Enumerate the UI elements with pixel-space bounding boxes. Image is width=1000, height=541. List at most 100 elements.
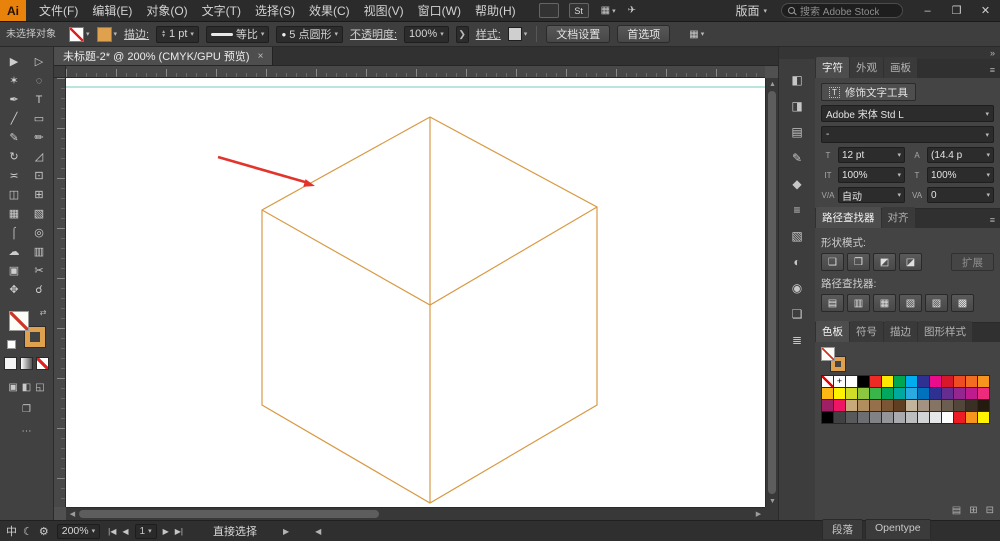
control-panel-options-icon[interactable]: ▦ ▾ <box>689 29 704 40</box>
pencil-tool[interactable]: ✏ <box>27 128 52 147</box>
swatch[interactable] <box>966 400 977 411</box>
color-guide-panel-icon[interactable]: ◨ <box>779 93 815 119</box>
gradient-panel-icon[interactable]: ▧ <box>779 223 815 249</box>
graphic-styles-panel-icon[interactable]: ❏ <box>779 301 815 327</box>
magic-wand-tool[interactable]: ✶ <box>2 71 27 90</box>
panel-menu-icon[interactable]: ≡ <box>990 215 1000 228</box>
tab-artboards[interactable]: 画板 <box>884 57 917 78</box>
previous-artboard-button[interactable]: ◀ <box>122 527 128 536</box>
rotate-tool[interactable]: ↻ <box>2 147 27 166</box>
swatch[interactable] <box>918 388 929 399</box>
symbol-sprayer-tool[interactable]: ☁ <box>2 242 27 261</box>
lasso-tool[interactable]: ◌ <box>27 71 52 90</box>
brush-dropdown[interactable]: ● 5 点圆形 ▾ <box>276 25 343 43</box>
restore-button[interactable]: ❐ <box>942 0 971 22</box>
font-style-dropdown[interactable]: - ▾ <box>821 126 994 143</box>
swatch[interactable] <box>846 376 857 387</box>
swatch[interactable] <box>834 400 845 411</box>
swatch[interactable] <box>966 412 977 423</box>
document-setup-button[interactable]: 文档设置 <box>546 25 611 43</box>
minus-back-button[interactable]: ▩ <box>951 294 974 312</box>
stroke-weight-link[interactable]: 描边: <box>124 26 149 42</box>
expand-button[interactable]: 扩展 <box>951 253 994 271</box>
horizontal-scrollbar[interactable]: ◀ ▶ <box>66 507 765 520</box>
swatch[interactable] <box>858 376 869 387</box>
document-tab[interactable]: 未标题-2* @ 200% (CMYK/GPU 预览) × <box>54 47 274 65</box>
menu-item[interactable]: 文件(F) <box>32 0 85 22</box>
swatch[interactable] <box>978 376 989 387</box>
swatch[interactable] <box>906 388 917 399</box>
tab-appearance[interactable]: 外观 <box>850 57 883 78</box>
screen-mode-button[interactable]: ❐ <box>0 404 53 415</box>
swatch[interactable] <box>822 400 833 411</box>
swatch[interactable] <box>942 388 953 399</box>
swatch[interactable] <box>942 400 953 411</box>
first-artboard-button[interactable]: |◀ <box>108 527 116 536</box>
menu-item[interactable]: 对象(O) <box>139 0 194 22</box>
style-link[interactable]: 样式: <box>476 26 501 42</box>
divide-button[interactable]: ▤ <box>821 294 844 312</box>
menu-item[interactable]: 编辑(E) <box>85 0 139 22</box>
horizontal-scroll-thumb[interactable] <box>79 510 379 518</box>
ime-mode-icon[interactable]: ☾ <box>23 525 33 538</box>
selection-tool[interactable]: ▶ <box>2 52 27 71</box>
fill-proxy[interactable] <box>8 311 29 331</box>
draw-inside-icon[interactable]: ◱ <box>35 382 44 393</box>
menu-item[interactable]: 窗口(W) <box>411 0 468 22</box>
minus-front-button[interactable]: ❒ <box>847 253 870 271</box>
swatch[interactable] <box>966 376 977 387</box>
none-mode-button[interactable] <box>36 357 49 370</box>
swatch[interactable] <box>954 376 965 387</box>
tracking-field[interactable]: 0 ▾ <box>927 187 994 203</box>
status-expand-icon[interactable]: ▶ <box>283 527 289 536</box>
swatch[interactable] <box>978 388 989 399</box>
swatch[interactable] <box>954 388 965 399</box>
swatch[interactable] <box>882 376 893 387</box>
color-panel-icon[interactable]: ◧ <box>779 67 815 93</box>
stock-button[interactable]: St <box>568 3 589 18</box>
appearance-panel-icon[interactable]: ◉ <box>779 275 815 301</box>
shape-builder-tool[interactable]: ◫ <box>2 185 27 204</box>
swatch[interactable] <box>894 412 905 423</box>
tab-symbols[interactable]: 符号 <box>850 321 883 342</box>
zoom-dropdown[interactable]: 200% ▾ <box>56 523 101 539</box>
panel-menu-icon[interactable]: ≡ <box>990 65 1000 78</box>
vertical-scrollbar[interactable]: ▲ ▼ <box>765 78 778 507</box>
swatch[interactable] <box>978 400 989 411</box>
outline-button[interactable]: ▨ <box>925 294 948 312</box>
artboard-number-field[interactable]: 1 ▾ <box>134 523 157 539</box>
unite-button[interactable]: ❑ <box>821 253 844 271</box>
menu-item[interactable]: 选择(S) <box>248 0 302 22</box>
scroll-right-icon[interactable]: ▶ <box>752 508 765 520</box>
horizontal-scale-field[interactable]: 100% ▾ <box>927 167 994 183</box>
default-fill-stroke-icon[interactable] <box>6 340 16 349</box>
eyedropper-tool[interactable]: ⌠ <box>2 223 27 242</box>
swatch[interactable] <box>870 376 881 387</box>
menu-item[interactable]: 效果(C) <box>302 0 357 22</box>
width-tool[interactable]: ≍ <box>2 166 27 185</box>
arrange-documents-icon[interactable]: ▦ ▾ <box>601 5 616 16</box>
swatch[interactable] <box>822 412 833 423</box>
collapse-panels-icon[interactable]: » <box>990 48 995 58</box>
minimize-button[interactable]: – <box>913 0 942 22</box>
color-mode-button[interactable] <box>4 357 17 370</box>
line-segment-tool[interactable]: ╱ <box>2 109 27 128</box>
stroke-panel-icon[interactable]: ≡ <box>779 197 815 223</box>
slice-tool[interactable]: ✂ <box>27 261 52 280</box>
swatch[interactable] <box>978 412 989 423</box>
rectangle-tool[interactable]: ▭ <box>27 109 52 128</box>
edit-toolbar-button[interactable]: ⋯ <box>0 426 53 437</box>
vertical-scale-field[interactable]: 100% ▾ <box>838 167 905 183</box>
style-dropdown[interactable]: ▾ <box>507 27 527 41</box>
swatch[interactable] <box>870 412 881 423</box>
paintbrush-tool[interactable]: ✎ <box>2 128 27 147</box>
font-size-field[interactable]: 12 pt ▾ <box>838 147 905 163</box>
swatch[interactable] <box>930 400 941 411</box>
swap-fill-stroke-icon[interactable]: ⇄ <box>40 308 47 317</box>
zoom-tool[interactable]: ☌ <box>27 280 52 299</box>
next-artboard-button[interactable]: ▶ <box>163 527 169 536</box>
trim-button[interactable]: ▥ <box>847 294 870 312</box>
tab-align[interactable]: 对齐 <box>881 207 915 228</box>
delete-swatch-button[interactable]: ⊟ <box>986 505 994 516</box>
swatch[interactable] <box>966 388 977 399</box>
